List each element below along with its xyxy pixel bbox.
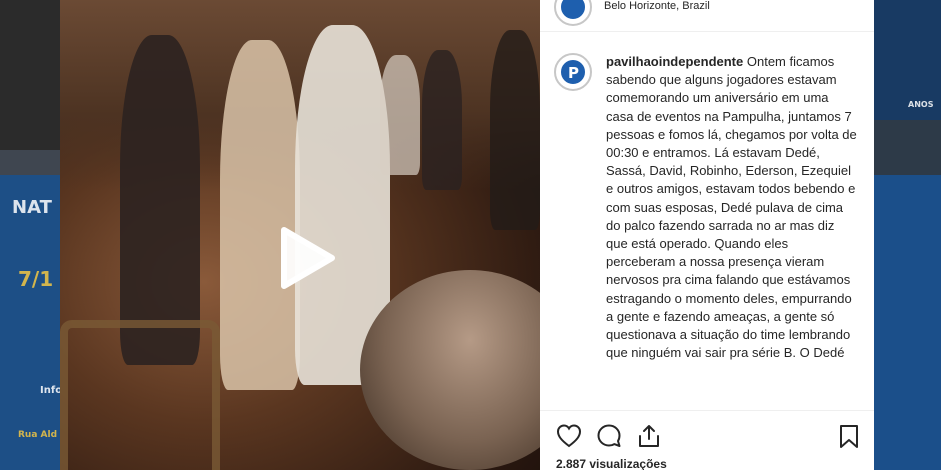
- post-location[interactable]: Belo Horizonte, Brazil: [604, 0, 710, 12]
- caption-text: Ontem ficamos sabendo que alguns jogador…: [606, 54, 857, 361]
- video-figure: [220, 40, 300, 390]
- background-post-right: ANOS: [874, 0, 941, 470]
- play-icon[interactable]: [270, 222, 342, 294]
- background-photo: [0, 0, 60, 150]
- video-figure: [490, 30, 540, 230]
- background-post-left: NAT 7/1 Info Rua Ald: [0, 0, 63, 470]
- video-figure: [380, 55, 420, 175]
- background-poster: [874, 175, 941, 470]
- caption-username[interactable]: pavilhaoindependente: [606, 54, 743, 69]
- views-count[interactable]: 2.887 visualizações: [556, 457, 667, 470]
- bookmark-icon[interactable]: [836, 423, 862, 449]
- avatar-logo: P: [559, 58, 587, 86]
- post-video[interactable]: [60, 0, 540, 470]
- poster-street: Rua Ald: [18, 430, 58, 440]
- poster-date: 7/1: [18, 267, 54, 291]
- poster-title: NAT: [12, 197, 52, 218]
- share-icon[interactable]: [636, 423, 662, 449]
- heart-icon[interactable]: [556, 423, 582, 449]
- avatar[interactable]: [554, 0, 592, 26]
- avatar[interactable]: P: [554, 53, 592, 91]
- poster-info: Info: [40, 385, 63, 396]
- video-figure: [422, 50, 462, 190]
- post-actions: 2.887 visualizações: [540, 410, 874, 470]
- video-figure: [120, 35, 200, 365]
- background-photo: ANOS: [874, 0, 941, 120]
- video-chair: [60, 320, 220, 470]
- background-poster: NAT 7/1 Info Rua Ald: [0, 175, 63, 470]
- comment-icon[interactable]: [596, 423, 622, 449]
- avatar-letter: P: [568, 64, 579, 82]
- post-header: Belo Horizonte, Brazil: [540, 0, 874, 32]
- poster-text: ANOS: [908, 100, 934, 109]
- avatar-logo: [559, 0, 587, 21]
- post-caption: pavilhaoindependente Ontem ficamos saben…: [606, 53, 858, 409]
- post-sidebar: Belo Horizonte, Brazil P pavilhaoindepen…: [540, 0, 874, 470]
